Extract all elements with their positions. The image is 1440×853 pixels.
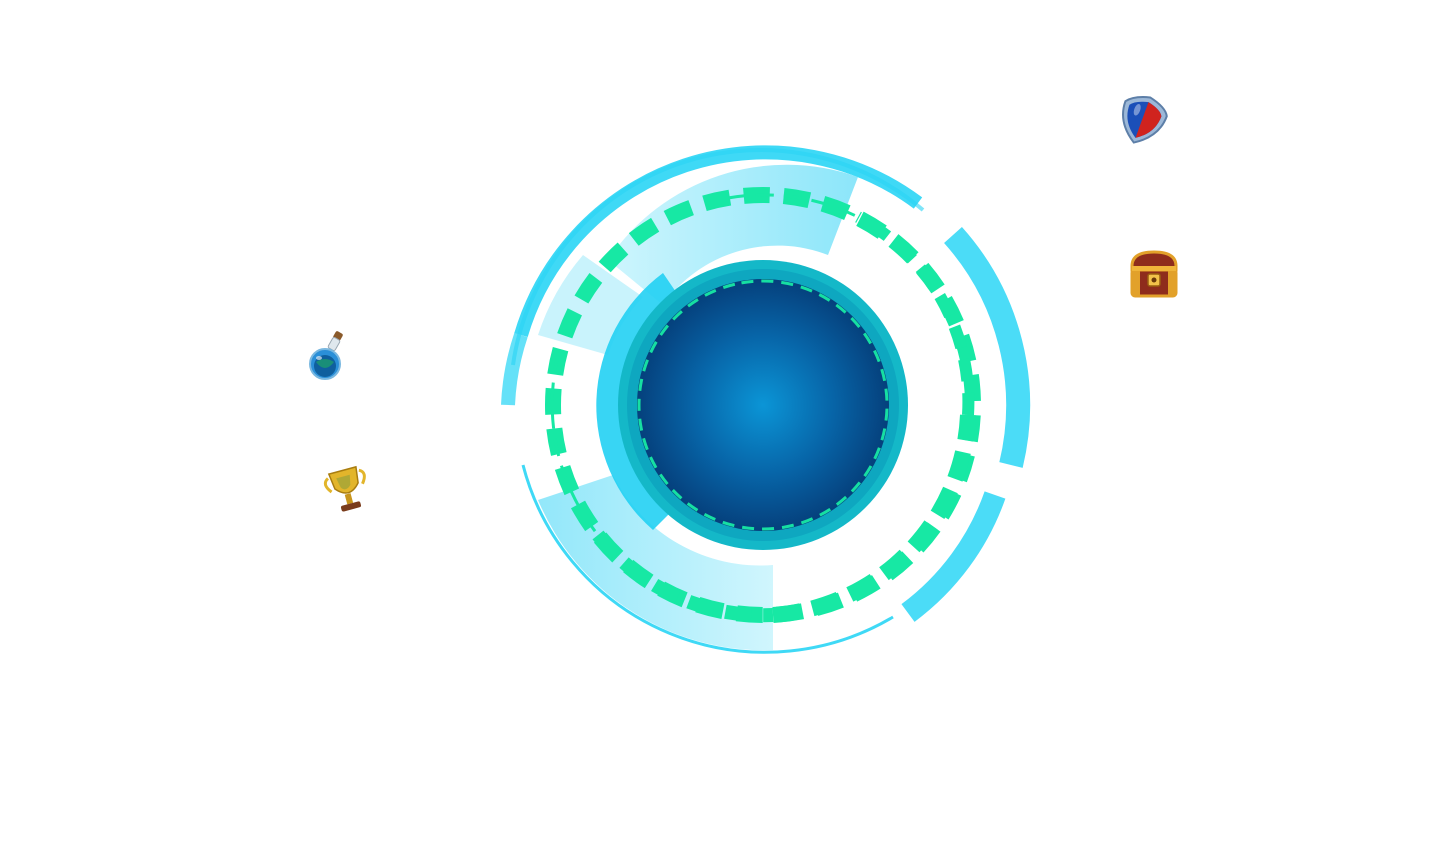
treasure-chest-icon[interactable] [1128,248,1180,300]
portal[interactable] [0,0,1440,853]
game-stage [0,0,1440,853]
potion-bottle-icon[interactable] [304,330,356,382]
trophy-icon[interactable] [322,464,374,516]
shield-icon[interactable] [1116,94,1168,146]
